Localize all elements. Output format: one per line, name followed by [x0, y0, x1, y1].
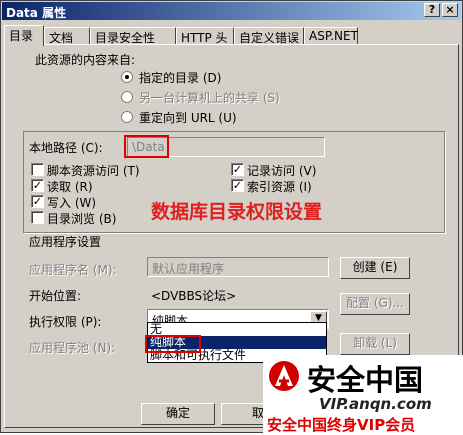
- start-point-value: <DVBBS论坛>: [151, 289, 237, 303]
- checkbox-write-label: 写入 (W): [47, 196, 97, 210]
- title-bar: Data 属性 ? ×: [2, 2, 461, 20]
- watermark-slogan: 安全中国终身VIP会员: [267, 416, 416, 434]
- checkbox-dir-browse-label: 目录浏览 (B): [47, 212, 117, 226]
- window-title: Data 属性: [6, 6, 67, 20]
- checkbox-write[interactable]: ✓: [31, 195, 44, 208]
- checkbox-read[interactable]: ✓: [31, 179, 44, 192]
- radio-local-directory-label: 指定的目录 (D): [139, 71, 222, 85]
- exec-permissions-label: 执行权限 (P):: [29, 315, 102, 329]
- tab-directory-security[interactable]: 目录安全性: [90, 27, 176, 45]
- tab-documents[interactable]: 文档: [44, 27, 90, 45]
- checkbox-dir-browse[interactable]: [31, 211, 44, 224]
- configure-button[interactable]: 配置 (G)...: [340, 293, 410, 315]
- tab-directory[interactable]: 目录: [4, 25, 44, 46]
- radio-network-share: [121, 91, 133, 103]
- tab-custom-errors[interactable]: 自定义错误: [234, 27, 304, 45]
- close-button[interactable]: ×: [442, 3, 458, 17]
- app-name-label: 应用程序名 (M):: [29, 263, 117, 277]
- local-path-label: 本地路径 (C):: [29, 141, 103, 155]
- content-source-heading: 此资源的内容来自:: [35, 53, 136, 67]
- checkbox-script-source-label: 脚本资源访问 (T): [47, 164, 140, 178]
- create-button[interactable]: 创建 (E): [340, 257, 410, 279]
- checkbox-read-label: 读取 (R): [47, 180, 93, 194]
- logo-icon: [269, 361, 299, 391]
- dropdown-highlight-box: [145, 335, 201, 353]
- tab-http-headers[interactable]: HTTP 头: [176, 27, 234, 45]
- ok-button[interactable]: 确定: [141, 403, 215, 425]
- checkbox-log-visits[interactable]: ✓: [231, 163, 244, 176]
- watermark: 安全中国 VIP.anqn.com 安全中国终身VIP会员: [263, 355, 463, 434]
- properties-dialog: Data 属性 ? × 目录 文档 目录安全性 HTTP 头 自定义错误 ASP…: [0, 0, 463, 434]
- app-name-field: 默认应用程序: [147, 257, 329, 277]
- checkbox-index-label: 索引资源 (I): [247, 180, 312, 194]
- annotation-text: 数据库目录权限设置: [151, 201, 323, 223]
- app-settings-heading: 应用程序设置: [29, 235, 102, 249]
- tab-aspnet[interactable]: ASP.NET: [304, 27, 358, 44]
- start-point-label: 开始位置:: [29, 289, 82, 303]
- watermark-url: VIP.anqn.com: [319, 395, 432, 413]
- tab-strip: 目录 文档 目录安全性 HTTP 头 自定义错误 ASP.NET: [4, 25, 459, 46]
- radio-local-directory[interactable]: [121, 71, 133, 83]
- checkbox-index[interactable]: ✓: [231, 179, 244, 192]
- radio-redirect-url-label: 重定向到 URL (U): [139, 111, 237, 125]
- app-pool-label: 应用程序池 (N):: [29, 341, 116, 355]
- radio-redirect-url[interactable]: [121, 111, 133, 123]
- unload-button[interactable]: 卸载 (L): [340, 333, 410, 355]
- radio-network-share-label: 另一台计算机上的共享 (S): [139, 91, 280, 105]
- watermark-brand: 安全中国: [307, 363, 424, 397]
- highlight-box: [124, 135, 169, 158]
- help-button[interactable]: ?: [424, 3, 440, 17]
- checkbox-log-visits-label: 记录访问 (V): [247, 164, 317, 178]
- checkbox-script-source[interactable]: [31, 163, 44, 176]
